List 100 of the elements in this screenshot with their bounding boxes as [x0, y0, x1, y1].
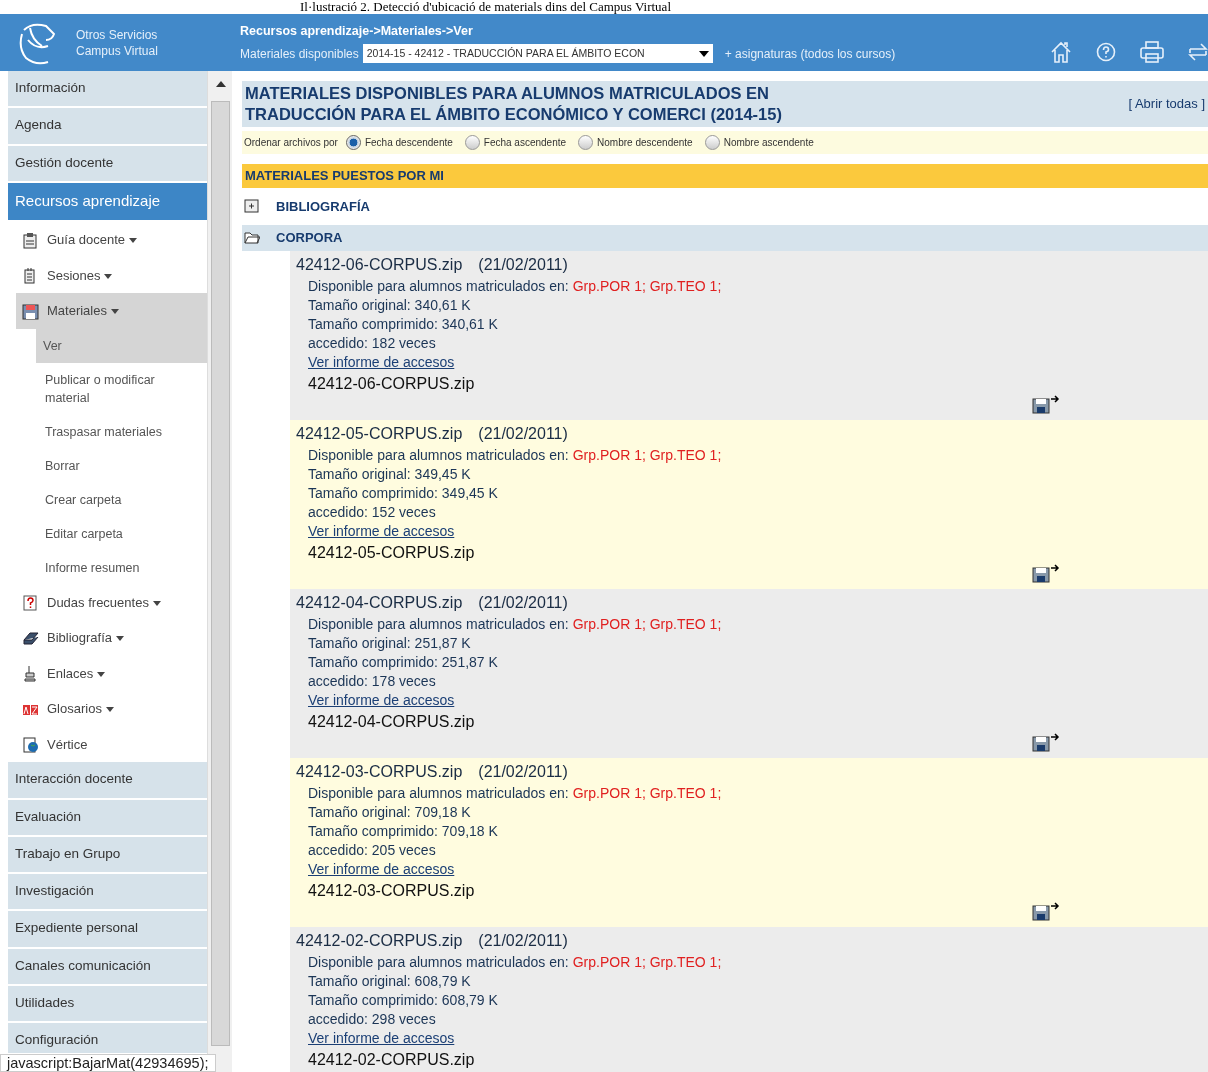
- menu-item[interactable]: Enlaces: [47, 663, 106, 684]
- group-list: Grp.POR 1; Grp.TEO 1;: [572, 952, 722, 972]
- availability-label: Disponible para alumnos matriculados en:: [308, 783, 569, 803]
- compressed-size: Tamaño comprimido: 349,45 K: [308, 483, 498, 503]
- file-date: (21/02/2011): [478, 592, 568, 613]
- file-date: (21/02/2011): [478, 254, 568, 275]
- course-select[interactable]: 2014-15 - 42412 - TRADUCCIÓN PARA EL ÁMBITO ECON: [362, 44, 713, 64]
- access-count: accedido: 182 veces: [308, 333, 436, 353]
- group-list: Grp.POR 1; Grp.TEO 1;: [572, 445, 722, 465]
- group-list: Grp.POR 1; Grp.TEO 1;: [572, 276, 722, 296]
- compressed-size: Tamaño comprimido: 709,18 K: [308, 821, 498, 841]
- availability-label: Disponible para alumnos matriculados en:: [308, 445, 569, 465]
- file-link[interactable]: 42412-03-CORPUS.zip: [308, 878, 475, 903]
- original-size: Tamaño original: 340,61 K: [308, 295, 471, 315]
- radio-button[interactable]: [464, 135, 480, 150]
- download-icon[interactable]: [1032, 731, 1060, 752]
- tool-icon: [22, 629, 39, 647]
- file-link[interactable]: 42412-05-CORPUS.zip: [308, 540, 475, 565]
- file-name: 42412-05-CORPUS.zip: [296, 423, 463, 444]
- file-link[interactable]: 42412-02-CORPUS.zip: [308, 1047, 475, 1072]
- access-count: accedido: 152 veces: [308, 502, 436, 522]
- figure-caption: Il·lustració 2. Detecció d'ubicació de materials dins del Campus Virtual: [299, 0, 672, 14]
- file-name: 42412-02-CORPUS.zip: [296, 930, 463, 951]
- help-icon[interactable]: [1096, 41, 1116, 62]
- download-icon[interactable]: [1032, 393, 1060, 414]
- sidebar-item[interactable]: Investigación: [8, 874, 207, 910]
- file-link[interactable]: 42412-04-CORPUS.zip: [308, 709, 475, 734]
- group-list: Grp.POR 1; Grp.TEO 1;: [572, 614, 722, 634]
- download-icon[interactable]: [1032, 562, 1060, 583]
- menu-item[interactable]: Bibliografía: [47, 628, 125, 648]
- sidebar-item[interactable]: Configuración: [8, 1023, 207, 1053]
- submenu-item[interactable]: Ver: [36, 328, 207, 363]
- folder-name[interactable]: BIBLIOGRAFÍA: [276, 196, 370, 216]
- sidebar-item[interactable]: Agenda: [8, 108, 207, 144]
- file-date: (21/02/2011): [478, 930, 568, 951]
- submenu-item[interactable]: Traspasar materiales: [38, 414, 207, 449]
- section-header: MATERIALES PUESTOS POR MI: [242, 164, 1208, 188]
- file-date: (21/02/2011): [478, 423, 568, 444]
- select-label: Materiales disponibles: [240, 45, 359, 63]
- compressed-size: Tamaño comprimido: 340,61 K: [308, 314, 498, 334]
- menu-item[interactable]: Vértice: [47, 734, 88, 755]
- status-tooltip: javascript:BajarMat(42934695);: [0, 1054, 216, 1072]
- access-count: accedido: 178 veces: [308, 671, 436, 691]
- file-date: (21/02/2011): [478, 761, 568, 782]
- access-count: accedido: 298 veces: [308, 1009, 436, 1029]
- sidebar-item[interactable]: Interacción docente: [8, 762, 207, 798]
- home-icon[interactable]: [1050, 39, 1072, 64]
- radio-label: Nombre ascendente: [723, 136, 814, 150]
- open-all-link[interactable]: [ Abrir todas ]: [1128, 94, 1205, 114]
- access-report-link[interactable]: Ver informe de accesos: [308, 690, 455, 710]
- menu-item[interactable]: Dudas frecuentes: [47, 592, 161, 613]
- access-report-link[interactable]: Ver informe de accesos: [308, 859, 455, 879]
- download-icon[interactable]: [1032, 900, 1060, 921]
- submenu-item[interactable]: Informe resumen: [38, 550, 207, 585]
- expand-folder-icon[interactable]: [244, 198, 260, 215]
- availability-label: Disponible para alumnos matriculados en:: [308, 276, 569, 296]
- access-report-link[interactable]: Ver informe de accesos: [308, 521, 455, 541]
- logo-text: Otros Servicios: [76, 26, 158, 43]
- sidebar-item[interactable]: Utilidades: [8, 985, 207, 1021]
- sidebar-item[interactable]: Gestión docente: [8, 145, 207, 181]
- menu-item[interactable]: Guía docente: [47, 230, 138, 250]
- scroll-up-icon[interactable]: [216, 81, 226, 87]
- radio-label: Nombre descendente: [597, 136, 693, 150]
- tool-icon: [22, 594, 39, 611]
- radio-label: Fecha descendente: [364, 136, 453, 150]
- access-report-link[interactable]: Ver informe de accesos: [308, 352, 455, 372]
- access-report-link[interactable]: Ver informe de accesos: [308, 1028, 455, 1048]
- compressed-size: Tamaño comprimido: 251,87 K: [308, 652, 498, 672]
- radio-label: Fecha ascendente: [483, 136, 567, 150]
- sidebar-item[interactable]: Recursos aprendizaje: [8, 182, 207, 221]
- menu-item[interactable]: Glosarios: [47, 699, 114, 719]
- tool-icon: [22, 231, 39, 249]
- sidebar-item[interactable]: Evaluación: [8, 799, 207, 835]
- print-icon[interactable]: [1140, 40, 1164, 63]
- menu-item[interactable]: Sesiones: [47, 265, 113, 286]
- logo-text: Campus Virtual: [76, 42, 158, 59]
- submenu-item[interactable]: Editar carpeta: [38, 516, 207, 551]
- file-name: 42412-06-CORPUS.zip: [296, 254, 463, 275]
- radio-button[interactable]: [345, 135, 361, 150]
- tool-icon: [22, 665, 39, 682]
- tool-icon: [22, 302, 39, 320]
- sidebar-item[interactable]: Canales comunicación: [8, 948, 207, 984]
- sidebar-item[interactable]: Expediente personal: [8, 911, 207, 947]
- submenu-item[interactable]: Publicar o modificar material: [38, 362, 207, 415]
- availability-label: Disponible para alumnos matriculados en:: [308, 952, 569, 972]
- access-count: accedido: 205 veces: [308, 840, 436, 860]
- original-size: Tamaño original: 608,79 K: [308, 971, 471, 991]
- swap-icon[interactable]: [1188, 40, 1208, 63]
- folder-name[interactable]: CORPORA: [276, 228, 343, 248]
- page-title: MATERIALES DISPONIBLES PARA ALUMNOS MATRICULADOS EN TRADUCCIÓN PARA EL ÁMBITO ECONÓMICO Y COMERCI (2014-15): [245, 83, 783, 125]
- sidebar-item[interactable]: Información: [8, 71, 207, 107]
- submenu-item[interactable]: Borrar: [38, 448, 207, 483]
- submenu-item[interactable]: Crear carpeta: [38, 482, 207, 517]
- tool-icon: [22, 736, 39, 753]
- open-folder-icon[interactable]: [244, 229, 260, 246]
- sort-label: Ordenar archivos por: [244, 136, 338, 150]
- sidebar-item[interactable]: Trabajo en Grupo: [8, 836, 207, 872]
- file-link[interactable]: 42412-06-CORPUS.zip: [308, 371, 475, 396]
- radio-button[interactable]: [704, 135, 720, 150]
- radio-button[interactable]: [578, 135, 594, 150]
